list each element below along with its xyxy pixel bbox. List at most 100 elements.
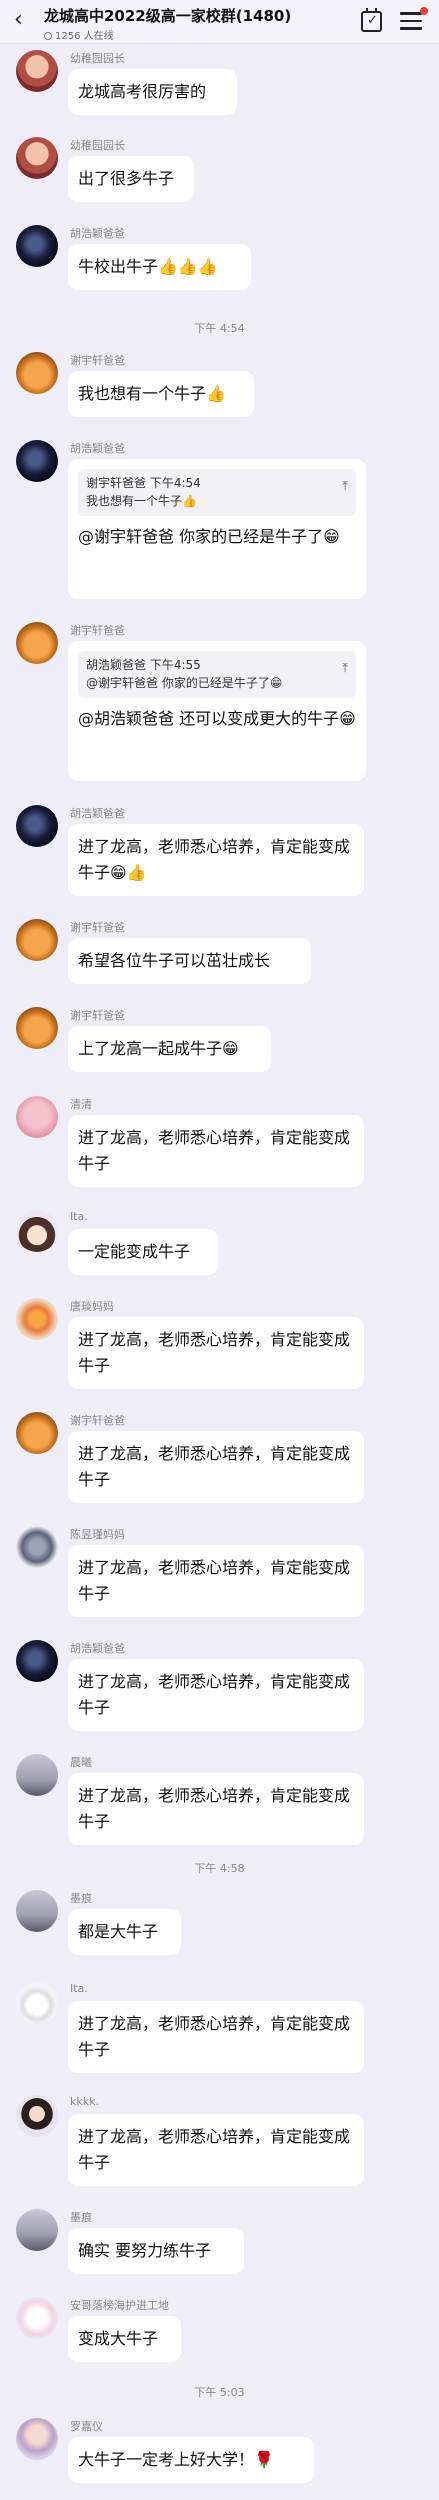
message-text: 都是大牛子 <box>78 1922 159 1941</box>
avatar[interactable] <box>16 1982 58 2024</box>
message-bubble[interactable]: 牛校出牛子👍👍👍 <box>68 244 251 290</box>
quote-header: 谢宇轩爸爸 下午4:54 <box>86 476 201 490</box>
message-bubble[interactable]: 出了很多牛子 <box>68 156 194 202</box>
back-arrow-icon[interactable]: ‹ <box>14 9 23 31</box>
sender-name: 胡浩颖爸爸 <box>70 442 125 455</box>
sender-name: 谢宇轩爸爸 <box>70 1009 125 1022</box>
notification-dot <box>420 7 428 15</box>
chat-header: ‹ 龙城高中2022级高一家校群(1480) 1256 人在线 <box>0 0 439 44</box>
avatar[interactable] <box>16 1298 58 1340</box>
avatar[interactable] <box>16 1210 58 1252</box>
quote-header: 胡浩颖爸爸 下午4:55 <box>86 658 201 672</box>
sender-name: 幼稚园园长 <box>70 139 125 152</box>
sender-name: 胡浩颖爸爸 <box>70 227 125 240</box>
calendar-check-icon[interactable] <box>361 8 382 32</box>
sender-name: 胡浩颖爸爸 <box>70 807 125 820</box>
quote-text: @谢宇轩爸爸 你家的已经是牛子了😁 <box>86 676 283 690</box>
avatar[interactable] <box>16 352 58 394</box>
menu-icon[interactable] <box>400 7 428 30</box>
message-bubble[interactable]: 进了龙高，老师悉心培养，肯定能变成牛子😁👍 <box>68 824 364 896</box>
online-text: 1256 人在线 <box>55 31 114 42</box>
message-bubble[interactable]: 一定能变成牛子 <box>68 1229 218 1275</box>
message-text: 上了龙高一起成牛子😁 <box>78 1039 239 1058</box>
avatar[interactable] <box>16 2209 58 2251</box>
message-text: 进了龙高，老师悉心培养，肯定能变成牛子 <box>78 1672 351 1717</box>
quoted-message[interactable]: 胡浩颖爸爸 下午4:55 @谢宇轩爸爸 你家的已经是牛子了😁 ⤒ <box>78 651 356 698</box>
sender-name: Ita. <box>70 1210 88 1223</box>
quote-text: 我也想有一个牛子👍 <box>86 494 197 508</box>
message-bubble[interactable]: 大牛子一定考上好大学！🌹 <box>68 2437 314 2483</box>
message-bubble[interactable]: 龙城高考很厉害的 <box>68 69 237 115</box>
message-bubble[interactable]: 进了龙高，老师悉心培养，肯定能变成牛子 <box>68 1545 364 1617</box>
message-bubble[interactable]: 进了龙高，老师悉心培养，肯定能变成牛子 <box>68 1431 364 1503</box>
sender-name: 胡浩颖爸爸 <box>70 1642 125 1655</box>
sender-name: 清清 <box>70 1098 92 1111</box>
sender-name: 陈昱瑾妈妈 <box>70 1528 125 1541</box>
message-bubble[interactable]: 胡浩颖爸爸 下午4:55 @谢宇轩爸爸 你家的已经是牛子了😁 ⤒ @胡浩颖爸爸 … <box>68 641 366 781</box>
sender-name: 晨曦 <box>70 1756 92 1769</box>
group-title: 龙城高中2022级高一家校群(1480) <box>44 7 292 25</box>
avatar[interactable] <box>16 1754 58 1796</box>
message-bubble[interactable]: 进了龙高，老师悉心培养，肯定能变成牛子 <box>68 1773 364 1845</box>
message-bubble[interactable]: 确实 要努力练牛子 <box>68 2228 244 2274</box>
message-bubble[interactable]: 都是大牛子 <box>68 1909 181 1955</box>
sender-name: 幼稚园园长 <box>70 52 125 65</box>
sender-name: 唐琰妈妈 <box>70 1300 114 1313</box>
message-bubble[interactable]: 我也想有一个牛子👍 <box>68 371 254 417</box>
online-icon <box>44 32 52 40</box>
message-bubble[interactable]: 上了龙高一起成牛子😁 <box>68 1026 271 1072</box>
message-text: 进了龙高，老师悉心培养，肯定能变成牛子 <box>78 1786 351 1831</box>
message-bubble[interactable]: 进了龙高，老师悉心培养，肯定能变成牛子 <box>68 1115 364 1187</box>
timestamp: 下午 5:03 <box>194 2386 245 2399</box>
avatar[interactable] <box>16 137 58 179</box>
message-text: 变成大牛子 <box>78 2329 159 2348</box>
avatar[interactable] <box>16 50 58 92</box>
avatar[interactable] <box>16 225 58 267</box>
message-text: 希望各位牛子可以茁壮成长 <box>78 951 271 970</box>
avatar[interactable] <box>16 1007 58 1049</box>
jump-to-quote-icon[interactable]: ⤒ <box>342 656 348 682</box>
message-text: 进了龙高，老师悉心培养，肯定能变成牛子 <box>78 1558 351 1603</box>
message-text: 一定能变成牛子 <box>78 1242 191 1261</box>
online-count: 1256 人在线 <box>44 27 114 42</box>
avatar[interactable] <box>16 622 58 664</box>
jump-to-quote-icon[interactable]: ⤒ <box>342 474 348 500</box>
message-bubble[interactable]: 进了龙高，老师悉心培养，肯定能变成牛子 <box>68 2001 364 2073</box>
message-text: 进了龙高，老师悉心培养，肯定能变成牛子😁👍 <box>78 837 351 882</box>
message-text: @谢宇轩爸爸 你家的已经是牛子了😁 <box>78 527 340 546</box>
message-text: 确实 要努力练牛子 <box>78 2241 212 2260</box>
message-bubble[interactable]: 进了龙高，老师悉心培养，肯定能变成牛子 <box>68 1659 364 1731</box>
message-bubble[interactable]: 谢宇轩爸爸 下午4:54 我也想有一个牛子👍 ⤒ @谢宇轩爸爸 你家的已经是牛子… <box>68 459 366 599</box>
avatar[interactable] <box>16 1412 58 1454</box>
sender-name: kkkk. <box>70 2095 99 2108</box>
avatar[interactable] <box>16 2095 58 2137</box>
message-bubble[interactable]: 希望各位牛子可以茁壮成长 <box>68 938 311 984</box>
sender-name: 谢宇轩爸爸 <box>70 1414 125 1427</box>
message-text: 进了龙高，老师悉心培养，肯定能变成牛子 <box>78 1330 351 1375</box>
avatar[interactable] <box>16 440 58 482</box>
avatar[interactable] <box>16 1526 58 1568</box>
avatar[interactable] <box>16 805 58 847</box>
timestamp: 下午 4:58 <box>194 1862 245 1875</box>
avatar[interactable] <box>16 2418 58 2460</box>
message-text: 进了龙高，老师悉心培养，肯定能变成牛子 <box>78 2014 351 2059</box>
quoted-message[interactable]: 谢宇轩爸爸 下午4:54 我也想有一个牛子👍 ⤒ <box>78 469 356 516</box>
message-text: 进了龙高，老师悉心培养，肯定能变成牛子 <box>78 2127 351 2172</box>
sender-name: 谢宇轩爸爸 <box>70 354 125 367</box>
message-bubble[interactable]: 进了龙高，老师悉心培养，肯定能变成牛子 <box>68 1317 364 1389</box>
avatar[interactable] <box>16 1890 58 1932</box>
avatar[interactable] <box>16 919 58 961</box>
message-text: @胡浩颖爸爸 还可以变成更大的牛子😁 <box>78 709 356 728</box>
message-text: 进了龙高，老师悉心培养，肯定能变成牛子 <box>78 1128 351 1173</box>
sender-name: Ita. <box>70 1982 88 1995</box>
timestamp: 下午 4:54 <box>194 322 245 335</box>
message-bubble[interactable]: 进了龙高，老师悉心培养，肯定能变成牛子 <box>68 2114 364 2186</box>
message-text: 大牛子一定考上好大学！🌹 <box>78 2450 274 2469</box>
avatar[interactable] <box>16 2297 58 2339</box>
avatar[interactable] <box>16 1640 58 1682</box>
sender-name: 墨痕 <box>70 2211 92 2224</box>
sender-name: 谢宇轩爸爸 <box>70 921 125 934</box>
sender-name: 安哥落榜海护进工地 <box>70 2299 169 2312</box>
message-bubble[interactable]: 变成大牛子 <box>68 2316 181 2362</box>
avatar[interactable] <box>16 1096 58 1138</box>
